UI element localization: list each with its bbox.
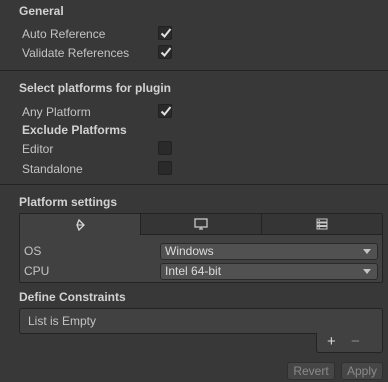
server-icon	[316, 218, 328, 230]
os-label: OS	[24, 244, 42, 258]
checkmark-icon	[160, 106, 172, 116]
exclude-platforms-title: Exclude Platforms	[22, 123, 127, 137]
define-constraints-title: Define Constraints	[19, 290, 126, 304]
checkmark-icon	[160, 47, 172, 57]
exclude-standalone-label: Standalone	[22, 162, 83, 176]
cpu-dropdown-value: Intel 64-bit	[165, 264, 222, 278]
constraints-list: List is Empty	[19, 308, 383, 334]
platforms-section-title: Select platforms for plugin	[19, 81, 172, 95]
validate-references-checkbox[interactable]	[158, 45, 172, 59]
remove-constraint-button[interactable]: −	[351, 334, 360, 350]
os-dropdown-value: Windows	[165, 244, 214, 258]
auto-reference-label: Auto Reference	[22, 27, 106, 41]
exclude-editor-label: Editor	[22, 142, 54, 156]
cpu-dropdown[interactable]: Intel 64-bit	[160, 263, 378, 280]
tab-default-platform[interactable]	[20, 214, 141, 235]
any-platform-checkbox[interactable]	[158, 104, 172, 118]
cpu-label: CPU	[24, 264, 50, 278]
chevron-down-icon	[363, 269, 371, 274]
any-platform-label: Any Platform	[22, 105, 91, 119]
exclude-standalone-checkbox[interactable]	[158, 161, 172, 175]
platform-tab-bar	[20, 214, 382, 235]
monitor-icon	[194, 218, 208, 230]
revert-button[interactable]: Revert	[287, 362, 335, 380]
tab-server-platform[interactable]	[262, 214, 382, 235]
exclude-editor-checkbox[interactable]	[158, 141, 172, 155]
auto-reference-checkbox[interactable]	[158, 26, 172, 40]
chevron-down-icon	[363, 249, 371, 254]
os-dropdown[interactable]: Windows	[160, 243, 378, 260]
general-section-title: General	[19, 4, 64, 18]
platform-settings-title: Platform settings	[19, 195, 118, 209]
constraints-list-footer: + −	[316, 333, 383, 353]
validate-references-label: Validate References	[22, 46, 130, 60]
add-constraint-button[interactable]: +	[327, 334, 336, 350]
tab-standalone-platform[interactable]	[141, 214, 262, 235]
unity-logo-icon	[76, 218, 85, 231]
checkmark-icon	[160, 28, 172, 38]
section-divider	[0, 70, 388, 71]
list-empty-text: List is Empty	[28, 314, 97, 328]
apply-button[interactable]: Apply	[341, 362, 383, 380]
section-divider	[0, 184, 388, 185]
